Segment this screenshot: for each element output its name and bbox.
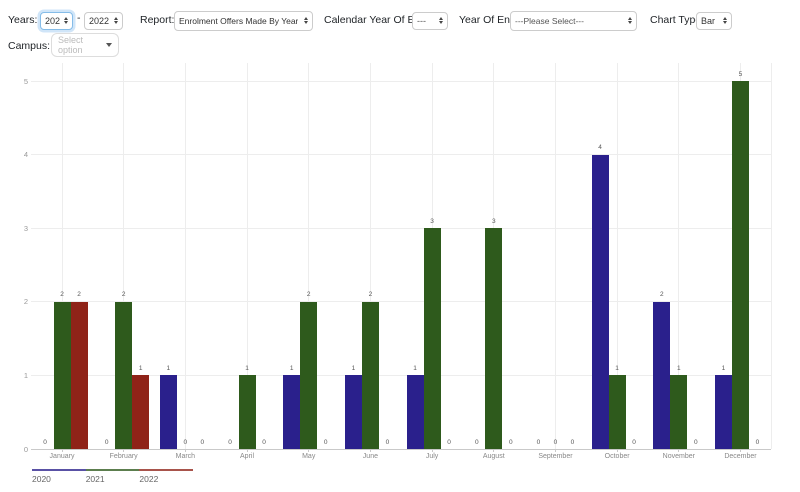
value-label: 3 — [422, 218, 442, 225]
y-axis-label: 2 — [0, 297, 28, 306]
value-label: 0 — [562, 439, 582, 446]
enrolment-report-page: Years: 2020 - 2022 Report: Enrolment Off… — [0, 0, 800, 492]
x-axis-tick — [555, 449, 556, 452]
bar-2020-november[interactable] — [653, 302, 670, 449]
legend-segment-2021[interactable] — [86, 469, 140, 471]
bar-2021-february[interactable] — [115, 302, 132, 449]
bar-2021-june[interactable] — [362, 302, 379, 449]
month-label: December — [709, 453, 771, 460]
month-label: June — [339, 453, 401, 460]
bar-2021-november[interactable] — [670, 375, 687, 449]
value-label: 0 — [35, 439, 55, 446]
bar-2021-april[interactable] — [239, 375, 256, 449]
value-label: 1 — [343, 365, 363, 372]
y-axis-label: 4 — [0, 150, 28, 159]
value-label: 3 — [484, 218, 504, 225]
value-label: 2 — [652, 291, 672, 298]
x-axis-tick — [370, 449, 371, 452]
gridline-v — [555, 63, 556, 449]
legend-label-2022[interactable]: 2022 — [139, 474, 179, 484]
value-label: 0 — [686, 439, 706, 446]
gridline-h — [31, 228, 771, 229]
value-label: 0 — [467, 439, 487, 446]
y-axis-label: 5 — [0, 77, 28, 86]
x-axis-tick — [432, 449, 433, 452]
value-label: 1 — [131, 365, 151, 372]
chart-area: 0123450010111004212201223301152100000000… — [0, 0, 800, 492]
bar-2020-october[interactable] — [592, 155, 609, 449]
y-axis-label: 3 — [0, 224, 28, 233]
x-axis-tick — [678, 449, 679, 452]
bar-2021-october[interactable] — [609, 375, 626, 449]
month-label: May — [278, 453, 340, 460]
month-label: September — [524, 453, 586, 460]
value-label: 2 — [360, 291, 380, 298]
bar-2021-july[interactable] — [424, 228, 441, 449]
month-label: April — [216, 453, 278, 460]
value-label: 0 — [97, 439, 117, 446]
y-axis-label: 1 — [0, 371, 28, 380]
gridline-v — [185, 63, 186, 449]
bar-2021-may[interactable] — [300, 302, 317, 449]
bar-2020-march[interactable] — [160, 375, 177, 449]
value-label: 1 — [713, 365, 733, 372]
bar-2021-december[interactable] — [732, 81, 749, 449]
value-label: 0 — [377, 439, 397, 446]
bar-2021-january[interactable] — [54, 302, 71, 449]
x-axis-tick — [123, 449, 124, 452]
legend-label-2020[interactable]: 2020 — [32, 474, 72, 484]
bar-2020-may[interactable] — [283, 375, 300, 449]
x-axis-tick — [185, 449, 186, 452]
gridline-h — [31, 154, 771, 155]
value-label: 0 — [624, 439, 644, 446]
value-label: 1 — [158, 365, 178, 372]
bar-2020-june[interactable] — [345, 375, 362, 449]
month-label: March — [154, 453, 216, 460]
value-label: 0 — [254, 439, 274, 446]
bar-2020-july[interactable] — [407, 375, 424, 449]
gridline-v — [771, 63, 772, 449]
x-axis-tick — [740, 449, 741, 452]
y-axis-label: 0 — [0, 445, 28, 454]
month-label: July — [401, 453, 463, 460]
month-label: November — [648, 453, 710, 460]
value-label: 2 — [299, 291, 319, 298]
legend-label-2021[interactable]: 2021 — [86, 474, 126, 484]
x-axis-tick — [62, 449, 63, 452]
value-label: 1 — [669, 365, 689, 372]
month-label: January — [31, 453, 93, 460]
month-label: October — [586, 453, 648, 460]
value-label: 0 — [747, 439, 767, 446]
legend-segment-2020[interactable] — [32, 469, 86, 471]
x-axis-tick — [247, 449, 248, 452]
value-label: 4 — [590, 144, 610, 151]
value-label: 1 — [607, 365, 627, 372]
x-axis-tick — [308, 449, 309, 452]
value-label: 0 — [316, 439, 336, 446]
value-label: 5 — [730, 71, 750, 78]
value-label: 2 — [69, 291, 89, 298]
gridline-h — [31, 81, 771, 82]
value-label: 1 — [237, 365, 257, 372]
legend-segment-2022[interactable] — [139, 469, 193, 471]
bar-2022-january[interactable] — [71, 302, 88, 449]
bar-2021-august[interactable] — [485, 228, 502, 449]
bar-2020-december[interactable] — [715, 375, 732, 449]
value-label: 1 — [405, 365, 425, 372]
x-axis-tick — [617, 449, 618, 452]
month-label: August — [463, 453, 525, 460]
value-label: 0 — [192, 439, 212, 446]
x-axis-line — [31, 449, 771, 450]
value-label: 0 — [501, 439, 521, 446]
value-label: 0 — [439, 439, 459, 446]
bar-2022-february[interactable] — [132, 375, 149, 449]
value-label: 1 — [282, 365, 302, 372]
month-label: February — [93, 453, 155, 460]
x-axis-tick — [493, 449, 494, 452]
value-label: 0 — [220, 439, 240, 446]
value-label: 2 — [114, 291, 134, 298]
